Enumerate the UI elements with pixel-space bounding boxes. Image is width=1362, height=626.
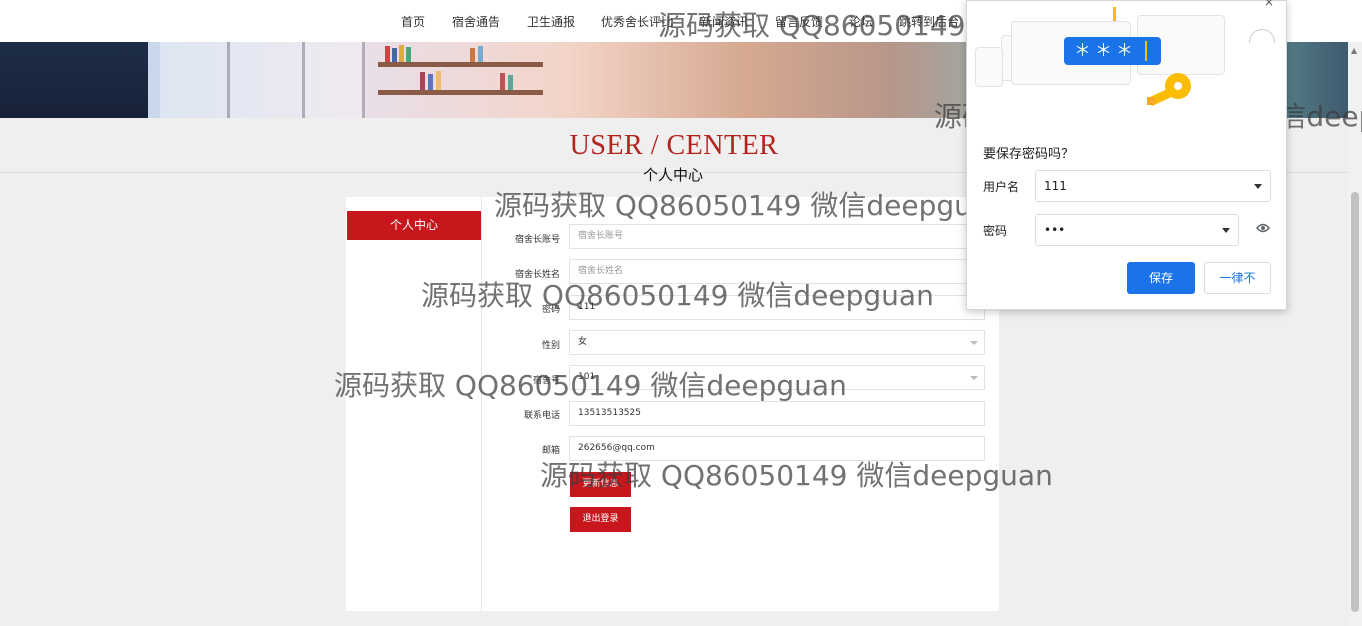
password-select[interactable]: ••• — [1035, 214, 1239, 246]
nav-item-hygiene[interactable]: 卫生通报 — [527, 13, 575, 30]
nav-item-dorm-notice[interactable]: 宿舍通告 — [452, 13, 500, 30]
save-password-button[interactable]: 保存 — [1127, 262, 1195, 294]
chevron-down-icon — [970, 341, 978, 345]
nav-item-home[interactable]: 首页 — [401, 13, 425, 30]
phone-input[interactable]: 13513513525 — [569, 401, 985, 426]
account-label: 宿舍长账号 — [514, 235, 560, 245]
watermark-4: 源码获取 QQ86050149 微信deepguan — [421, 279, 934, 312]
scrollbar-thumb[interactable] — [1351, 192, 1359, 612]
password-popup-label: 密码 — [983, 224, 1008, 238]
save-password-dialog: × ＊＊＊ 要保存密码吗？ 用户名 111 密码 ••• 保存 一律不 — [966, 0, 1287, 310]
watermark-3: 源码获取 QQ86050149 微信deepguan — [494, 189, 1007, 222]
password-popup-value: ••• — [1044, 223, 1066, 237]
watermark-6: 源码获取 QQ86050149 微信deepguan — [540, 459, 1053, 492]
chevron-down-icon — [970, 376, 978, 380]
gender-value: 女 — [578, 337, 588, 347]
gender-select[interactable]: 女 — [569, 330, 985, 355]
phone-label: 联系电话 — [523, 411, 560, 421]
logout-button[interactable]: 退出登录 — [570, 507, 631, 532]
watermark-5: 源码获取 QQ86050149 微信deepguan — [334, 369, 847, 402]
username-label: 用户名 — [983, 180, 1020, 194]
never-save-button[interactable]: 一律不 — [1204, 262, 1271, 294]
eye-icon[interactable] — [1256, 223, 1270, 233]
chevron-down-icon — [1254, 184, 1262, 189]
account-input[interactable]: 宿舍长账号 — [569, 224, 985, 249]
gender-label: 性别 — [541, 341, 560, 351]
username-select[interactable]: 111 — [1035, 170, 1271, 202]
chevron-down-icon — [1222, 228, 1230, 233]
scroll-up-icon[interactable]: ▲ — [1351, 46, 1357, 55]
password-illustration: ＊＊＊ — [967, 1, 1288, 129]
dialog-title: 要保存密码吗？ — [983, 147, 1075, 162]
username-value: 111 — [1044, 179, 1067, 193]
cloud-icon — [1249, 29, 1275, 43]
